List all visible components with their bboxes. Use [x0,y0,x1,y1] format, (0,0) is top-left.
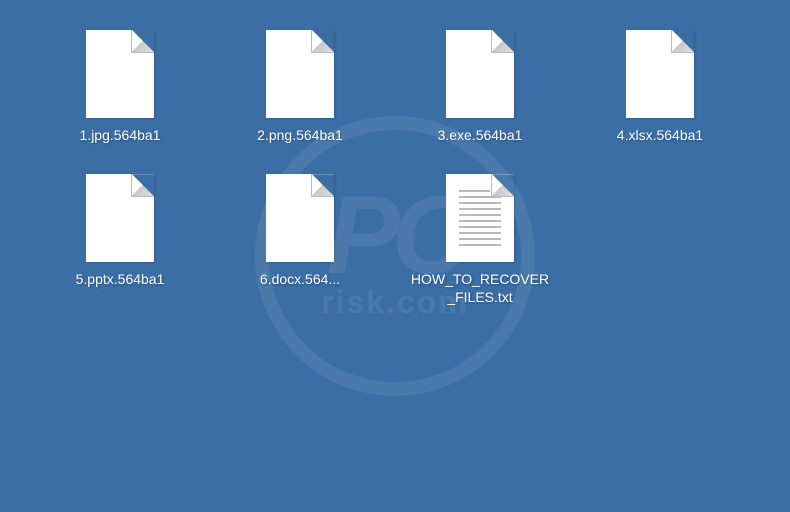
file-item[interactable]: HOW_TO_RECOVER_FILES.txt [410,174,550,306]
file-item[interactable]: 2.png.564ba1 [230,30,370,144]
file-label: 1.jpg.564ba1 [80,126,161,144]
blank-file-icon [86,174,154,262]
file-item[interactable]: 6.docx.564... [230,174,370,306]
file-item[interactable]: 4.xlsx.564ba1 [590,30,730,144]
file-icon [266,30,334,118]
file-icon [626,30,694,118]
txt-file-icon [446,174,514,262]
file-icon [266,174,334,262]
file-item[interactable]: 1.jpg.564ba1 [50,30,190,144]
file-label: 5.pptx.564ba1 [76,270,165,288]
file-label: 2.png.564ba1 [257,126,343,144]
blank-file-icon [266,30,334,118]
desktop-area[interactable]: 1.jpg.564ba1 2.png.564ba1 3.exe.564ba1 4… [0,0,790,512]
file-label: 4.xlsx.564ba1 [617,126,703,144]
file-label: 6.docx.564... [260,270,340,288]
file-icon [446,30,514,118]
file-item[interactable]: 5.pptx.564ba1 [50,174,190,306]
file-label: 3.exe.564ba1 [438,126,523,144]
blank-file-icon [446,30,514,118]
blank-file-icon [86,30,154,118]
file-label: HOW_TO_RECOVER_FILES.txt [410,270,550,306]
file-icon [86,30,154,118]
blank-file-icon [266,174,334,262]
blank-file-icon [626,30,694,118]
file-icon [86,174,154,262]
file-icon [446,174,514,262]
file-item[interactable]: 3.exe.564ba1 [410,30,550,144]
